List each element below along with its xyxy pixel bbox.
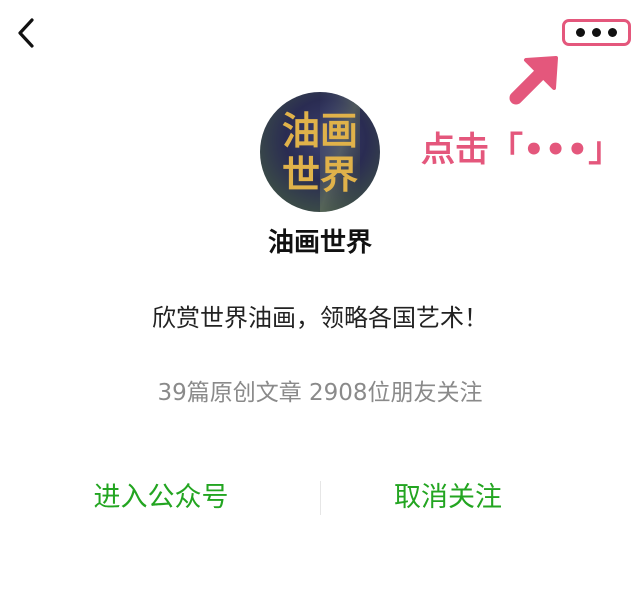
back-button[interactable] <box>8 14 48 54</box>
avatar-image: 油画 世界 <box>260 92 380 212</box>
more-dot <box>576 28 585 37</box>
more-dot <box>608 28 617 37</box>
account-intro: 欣赏世界油画，领略各国艺术！ <box>152 304 488 332</box>
enter-account-button[interactable]: 进入公众号 <box>16 474 306 522</box>
unfollow-button[interactable]: 取消关注 <box>330 474 566 522</box>
account-name: 油画世界 <box>267 228 372 258</box>
annotation-label: 点击「•••」 <box>421 130 623 170</box>
action-divider <box>320 481 321 515</box>
avatar: 油画 世界 <box>260 92 380 212</box>
more-button[interactable] <box>562 19 631 46</box>
account-stats: 39篇原创文章 2908位朋友关注 <box>157 380 483 406</box>
more-dot <box>592 28 601 37</box>
annotation-arrow-icon <box>509 56 558 105</box>
avatar-line-2: 世界 <box>282 152 358 197</box>
chevron-left-icon <box>18 18 34 48</box>
avatar-line-1: 油画 <box>282 108 358 153</box>
